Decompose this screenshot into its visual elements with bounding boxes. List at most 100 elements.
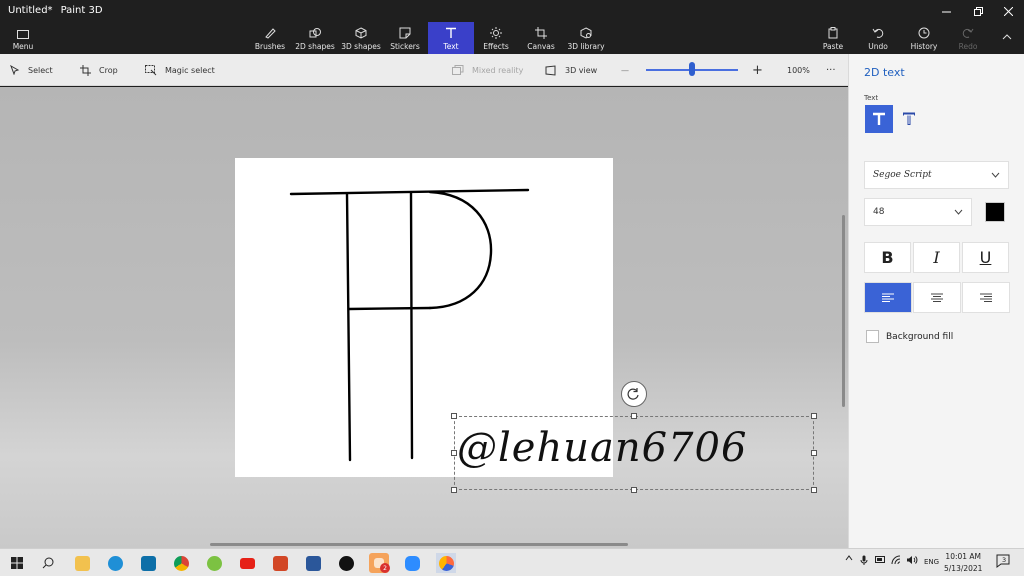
resize-handle-s[interactable] (631, 487, 637, 493)
font-family-dropdown[interactable]: Segoe Script (864, 161, 1009, 189)
resize-handle-e[interactable] (811, 450, 817, 456)
zoom-out-label: — (621, 65, 629, 75)
taskbar-file-explorer[interactable] (72, 553, 92, 573)
background-fill-label: Background fill (886, 332, 954, 342)
resize-handle-nw[interactable] (451, 413, 457, 419)
resize-handle-sw[interactable] (451, 487, 457, 493)
taskbar-app-green[interactable] (204, 553, 224, 573)
tab-2d-shapes[interactable]: 2D shapes (294, 22, 336, 54)
taskbar-zoom[interactable] (402, 553, 422, 573)
resize-handle-n[interactable] (631, 413, 637, 419)
more-options-button[interactable]: ··· (826, 54, 836, 86)
tab-text[interactable]: Text (428, 22, 474, 54)
italic-button[interactable]: I (913, 242, 960, 273)
close-window-button[interactable] (992, 0, 1024, 22)
text-section-label: Text (864, 94, 879, 102)
tab-label: Text (443, 42, 459, 51)
tab-3d-shapes[interactable]: 3D shapes (340, 22, 382, 54)
close-icon (1003, 6, 1013, 16)
tab-stickers[interactable]: Stickers (388, 22, 422, 54)
history-button[interactable]: History (906, 22, 942, 54)
tab-label: 2D shapes (295, 42, 335, 51)
title-bar: Untitled* Paint 3D (0, 0, 1024, 22)
tray-network[interactable] (891, 555, 901, 567)
minimize-icon (941, 11, 951, 12)
notifications-button[interactable]: 3 (996, 554, 1012, 570)
tab-brushes[interactable]: Brushes (252, 22, 288, 54)
collapse-ribbon-button[interactable] (996, 22, 1018, 54)
taskbar-youtube[interactable] (237, 553, 257, 573)
bold-button[interactable]: B (864, 242, 911, 273)
magic-select-label: Magic select (165, 65, 215, 75)
resize-handle-w[interactable] (451, 450, 457, 456)
text-icon (446, 27, 456, 38)
window-title: Untitled* Paint 3D (8, 5, 103, 16)
vertical-scrollbar[interactable] (842, 215, 845, 407)
zoom-in-button[interactable]: + (752, 54, 763, 86)
zoom-in-label: + (752, 62, 763, 78)
tab-effects[interactable]: Effects (480, 22, 512, 54)
zoom-slider-thumb[interactable] (689, 62, 695, 76)
more-label: ··· (826, 64, 836, 76)
restore-button[interactable] (962, 0, 994, 22)
zoom-out-button[interactable]: — (621, 54, 629, 86)
magic-select-tool[interactable]: Magic select (145, 54, 215, 86)
text-color-swatch[interactable] (985, 202, 1005, 222)
taskbar-dell[interactable] (138, 553, 158, 573)
background-fill-checkbox[interactable] (866, 330, 879, 343)
menu-button[interactable]: Menu (6, 22, 40, 54)
search-button[interactable] (38, 553, 58, 573)
align-left-button[interactable] (864, 282, 912, 313)
tray-microphone[interactable] (860, 555, 868, 568)
taskbar-powerpoint[interactable] (270, 553, 290, 573)
underline-button[interactable]: U (962, 242, 1009, 273)
undo-button[interactable]: Undo (864, 22, 892, 54)
mixed-reality-button[interactable]: Mixed reality (452, 54, 523, 86)
taskbar-paint3d[interactable] (436, 553, 456, 573)
tab-label: 3D library (567, 42, 605, 51)
text-box-content[interactable]: @lehuan6706 (457, 425, 747, 471)
taskbar-edge[interactable] (105, 553, 125, 573)
zoom-icon (404, 555, 420, 571)
minimize-button[interactable] (930, 0, 962, 22)
chevron-up-icon (845, 555, 853, 561)
paste-button[interactable]: Paste (818, 22, 848, 54)
tab-3d-library[interactable]: 3D library (566, 22, 606, 54)
resize-handle-se[interactable] (811, 487, 817, 493)
language-indicator[interactable]: ENG (924, 558, 939, 566)
redo-button[interactable]: Redo (954, 22, 982, 54)
text-box[interactable]: @lehuan6706 (454, 416, 814, 490)
select-tool[interactable]: Select (10, 54, 53, 86)
tray-battery[interactable] (875, 555, 886, 565)
stickers-icon (399, 27, 411, 39)
clock[interactable]: 10:01 AM 5/13/2021 (944, 551, 982, 575)
taskbar-chrome[interactable] (171, 553, 191, 573)
taskbar-app-orange[interactable]: 2 (369, 553, 390, 573)
bold-label: B (881, 248, 894, 267)
notification-count: 3 (1002, 556, 1007, 564)
3d-view-button[interactable]: 3D view (545, 54, 597, 86)
start-button[interactable] (7, 553, 27, 573)
powerpoint-icon (272, 555, 288, 571)
2d-text-button[interactable] (865, 105, 893, 133)
zoom-level: 100% (787, 54, 810, 86)
tab-label: Stickers (390, 42, 420, 51)
tray-volume[interactable] (906, 555, 918, 567)
show-hidden-icons-button[interactable] (845, 555, 853, 563)
tiktok-icon (338, 555, 354, 571)
font-size-dropdown[interactable]: 48 (864, 198, 972, 226)
taskbar-word[interactable] (303, 553, 323, 573)
3d-text-button[interactable] (895, 105, 923, 133)
rotate-handle[interactable] (621, 381, 647, 407)
tab-canvas[interactable]: Canvas (526, 22, 556, 54)
crop-tool[interactable]: Crop (80, 54, 118, 86)
undo-icon (872, 28, 884, 38)
horizontal-scrollbar[interactable] (210, 543, 628, 546)
resize-handle-ne[interactable] (811, 413, 817, 419)
taskbar-tiktok[interactable] (336, 553, 356, 573)
brush-icon (265, 28, 276, 39)
undo-label: Undo (868, 42, 888, 51)
clock-date: 5/13/2021 (944, 564, 983, 573)
align-center-button[interactable] (913, 282, 961, 313)
align-right-button[interactable] (962, 282, 1010, 313)
